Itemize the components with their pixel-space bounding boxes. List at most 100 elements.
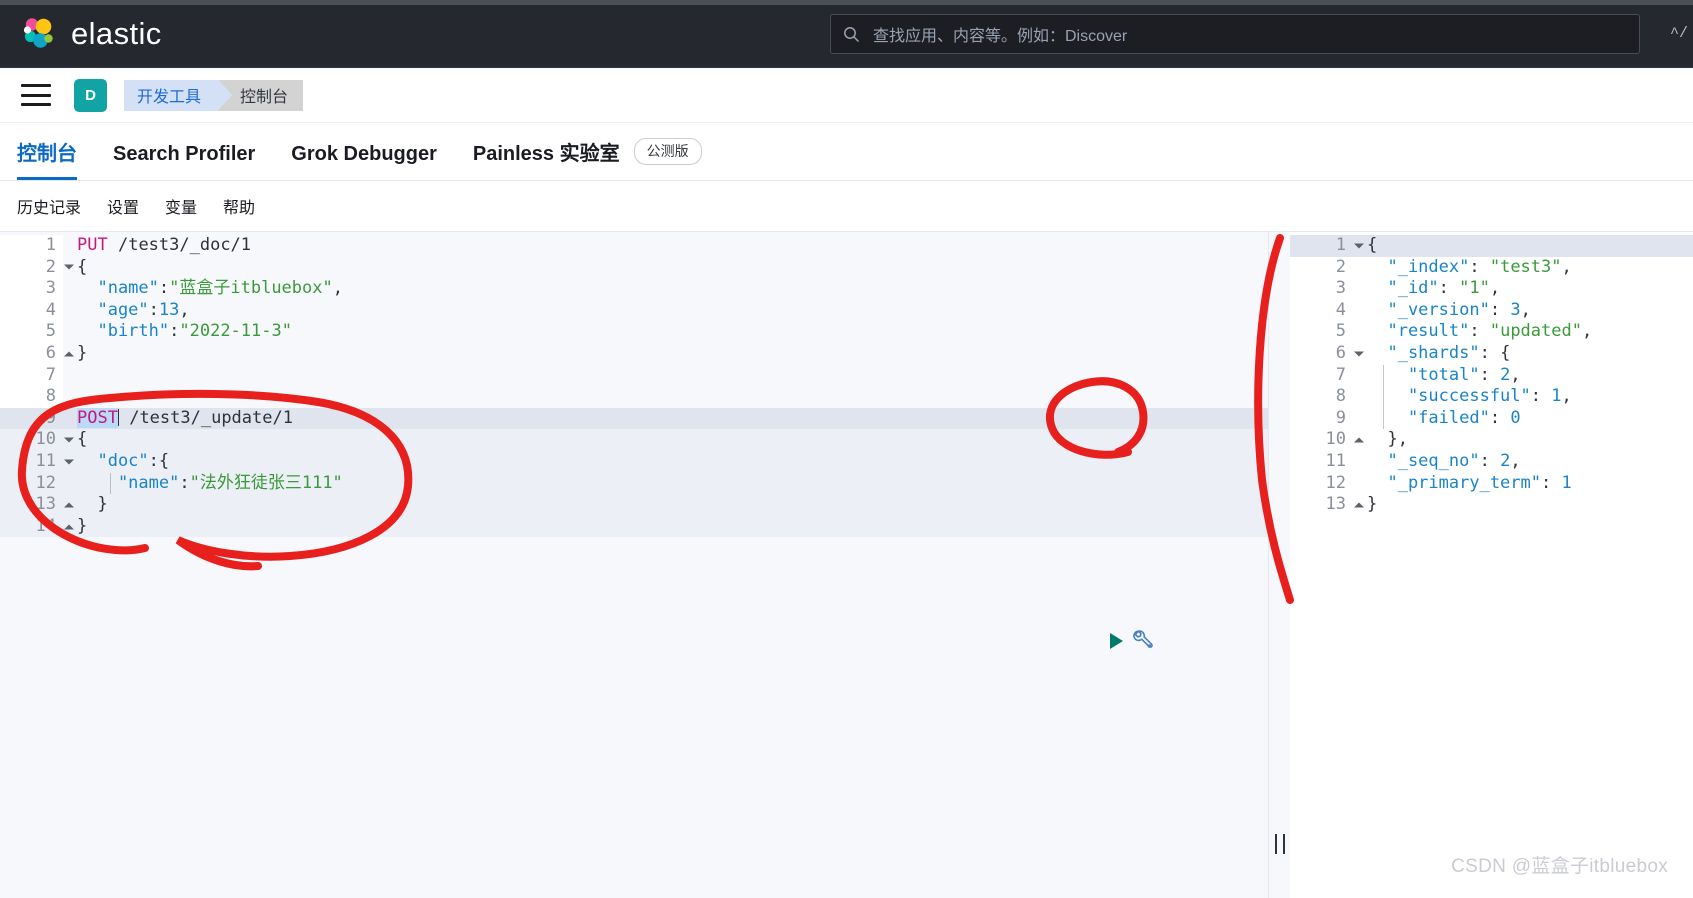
- response-line: 4 "_version": 3,: [1290, 300, 1693, 322]
- num-token: 13: [158, 299, 180, 320]
- punct-token: ,: [1510, 450, 1521, 471]
- response-line: 1{: [1290, 235, 1693, 257]
- console-submenu: 历史记录 设置 变量 帮助: [0, 181, 1693, 231]
- key-token: "doc": [77, 450, 149, 471]
- response-line-content: "_primary_term": 1: [1353, 473, 1571, 495]
- request-line: 6}: [0, 342, 1268, 365]
- response-line: 13}: [1290, 494, 1693, 516]
- punct-token: :: [1469, 256, 1490, 277]
- csdn-watermark: CSDN @蓝盒子itbluebox: [1451, 856, 1668, 877]
- punct-token: :: [1489, 299, 1511, 320]
- request-line-number: 14: [0, 515, 74, 538]
- response-line: 7 "total": 2,: [1290, 364, 1693, 387]
- request-line: 5 "birth":"2022-11-3": [0, 321, 1268, 343]
- num-token: 3: [1510, 299, 1521, 320]
- key-token: "failed": [1367, 407, 1490, 428]
- key-token: "_version": [1367, 299, 1490, 320]
- response-line-number: 6: [1290, 343, 1364, 365]
- punct-token: }: [77, 515, 88, 536]
- key-token: "age": [77, 299, 149, 320]
- num-token: 2: [1500, 364, 1511, 385]
- url-token: /test3/_doc/1: [117, 235, 252, 255]
- response-line-number: 4: [1335, 299, 1346, 320]
- response-line-number: 7: [1335, 364, 1346, 385]
- key-token: "birth": [77, 321, 170, 342]
- request-line-content: }: [63, 343, 87, 365]
- search-input[interactable]: 查找应用、内容等。例如：Discover: [830, 14, 1640, 54]
- response-line-content: "_seq_no": 2,: [1353, 450, 1521, 473]
- breadcrumb-item-devtools[interactable]: 开发工具: [124, 79, 233, 111]
- tab-console[interactable]: 控制台: [17, 137, 77, 180]
- str-token: "法外狂徒张三111": [189, 472, 343, 493]
- punct-token: :: [158, 278, 170, 299]
- request-line-content: "birth":"2022-11-3": [63, 321, 292, 343]
- response-line-number: 2: [1335, 256, 1346, 277]
- wrench-icon[interactable]: [1131, 628, 1155, 652]
- http-method-token: POST: [77, 407, 118, 428]
- request-line-content: }: [63, 516, 87, 538]
- punct-token: ,: [1561, 386, 1572, 407]
- response-line-content: "_id": "1",: [1353, 278, 1500, 300]
- response-line-number: 3: [1335, 278, 1346, 299]
- tab-search-profiler-label: Search Profiler: [113, 143, 256, 165]
- request-line: 2{: [0, 256, 1268, 279]
- request-line-number: 5: [0, 321, 63, 343]
- global-header: elastic 查找应用、内容等。例如：Discover ^/: [0, 0, 1693, 68]
- search-icon: [843, 26, 860, 43]
- request-line-number: 2: [0, 256, 74, 279]
- breadcrumb: 开发工具 控制台: [124, 79, 304, 111]
- elastic-brand[interactable]: elastic: [18, 14, 162, 54]
- key-token: "name": [77, 278, 159, 299]
- indent-guide: [1383, 407, 1384, 430]
- request-line: 3 "name":"蓝盒子itbluebox",: [0, 278, 1268, 300]
- resize-grip-icon[interactable]: [1275, 834, 1285, 854]
- tab-search-profiler[interactable]: Search Profiler: [113, 143, 255, 180]
- play-triangle-icon[interactable]: [1110, 633, 1123, 649]
- str-token: "2022-11-3": [179, 321, 292, 342]
- search-placeholder: 查找应用、内容等。例如：Discover: [873, 28, 1128, 45]
- response-line: 10 },: [1290, 429, 1693, 451]
- request-line-number: 12: [0, 472, 63, 495]
- hamburger-menu-icon[interactable]: [21, 84, 51, 106]
- response-viewer[interactable]: 1{2 "_index": "test3", 3 "_id": "1", 4 "_v…: [1290, 231, 1693, 898]
- request-line: 4 "age":13,: [0, 299, 1268, 322]
- indent-guide: [1383, 364, 1384, 387]
- tab-grok-debugger[interactable]: Grok Debugger: [291, 143, 437, 180]
- app-tab-bar: 控制台 Search Profiler Grok Debugger Painle…: [0, 123, 1693, 181]
- beta-badge: 公测版: [633, 138, 702, 165]
- breadcrumb-bar: D 开发工具 控制台: [0, 68, 1693, 123]
- punct-token: ,: [1561, 256, 1572, 277]
- search-shortcut-hint: ^/: [1669, 25, 1688, 42]
- request-line: 11 "doc":{: [0, 450, 1268, 473]
- punct-token: :: [169, 321, 180, 342]
- punct-token: }: [77, 494, 108, 515]
- submenu-item-history[interactable]: 历史记录: [17, 194, 81, 218]
- str-token: "1": [1459, 278, 1490, 299]
- tab-console-label: 控制台: [17, 143, 77, 165]
- submenu-item-settings[interactable]: 设置: [107, 194, 139, 218]
- global-search[interactable]: 查找应用、内容等。例如：Discover ^/: [830, 14, 1688, 54]
- response-line-number: 13: [1290, 494, 1364, 516]
- request-line-number: 1: [0, 235, 63, 257]
- request-editor-lines[interactable]: 1 PUT /test3/_doc/1 2{3 "name":"蓝盒子itblueb…: [0, 235, 1268, 538]
- key-token: "_seq_no": [1367, 450, 1480, 471]
- submenu-item-help[interactable]: 帮助: [223, 194, 255, 218]
- punct-token: :: [1489, 407, 1511, 428]
- pane-splitter[interactable]: [1268, 231, 1290, 898]
- request-editor[interactable]: 1 PUT /test3/_doc/1 2{3 "name":"蓝盒子itblueb…: [0, 231, 1268, 898]
- response-line-content: },: [1353, 429, 1407, 451]
- request-line-content: POST /test3/_update/1: [63, 407, 293, 430]
- space-avatar[interactable]: D: [74, 78, 107, 112]
- request-line: 13 }: [0, 494, 1268, 516]
- punct-token: {: [77, 429, 88, 450]
- submenu-item-variables[interactable]: 变量: [165, 194, 197, 218]
- punct-token: ,: [1581, 321, 1593, 342]
- response-line-content: "total": 2,: [1353, 364, 1521, 387]
- indent-guide: [1383, 386, 1384, 408]
- response-line-content: "result": "updated",: [1353, 321, 1592, 343]
- tab-painless-lab[interactable]: Painless 实验室 公测版: [473, 137, 702, 180]
- request-line-number: 13: [0, 494, 74, 516]
- num-token: 0: [1510, 407, 1521, 428]
- request-line-number: 4: [0, 299, 63, 322]
